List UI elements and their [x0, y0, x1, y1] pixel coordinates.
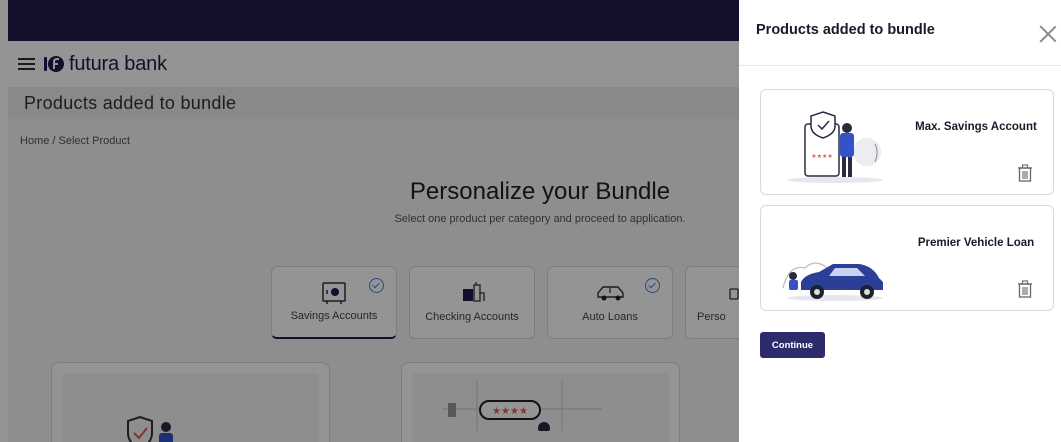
bundle-item-name: Premier Vehicle Loan — [917, 237, 1035, 249]
svg-text:★★★★: ★★★★ — [811, 153, 833, 160]
bundle-drawer: Products added to bundle ★★★★ Max. Savin… — [739, 0, 1061, 442]
bundle-item-name: Max. Savings Account — [915, 121, 1037, 133]
modal-backdrop[interactable] — [0, 0, 739, 442]
bundle-item-max-savings: ★★★★ Max. Savings Account — [760, 89, 1054, 195]
trash-icon[interactable] — [1017, 164, 1033, 182]
continue-button[interactable]: Continue — [760, 332, 825, 358]
drawer-header: Products added to bundle — [739, 0, 1061, 66]
trash-icon[interactable] — [1017, 280, 1033, 298]
vehicle-illustration — [782, 262, 883, 301]
close-icon[interactable] — [1039, 25, 1057, 43]
bundle-item-premier-vehicle: Premier Vehicle Loan — [760, 205, 1054, 311]
drawer-title: Products added to bundle — [756, 21, 935, 38]
savings-illustration: ★★★★ — [787, 111, 883, 183]
